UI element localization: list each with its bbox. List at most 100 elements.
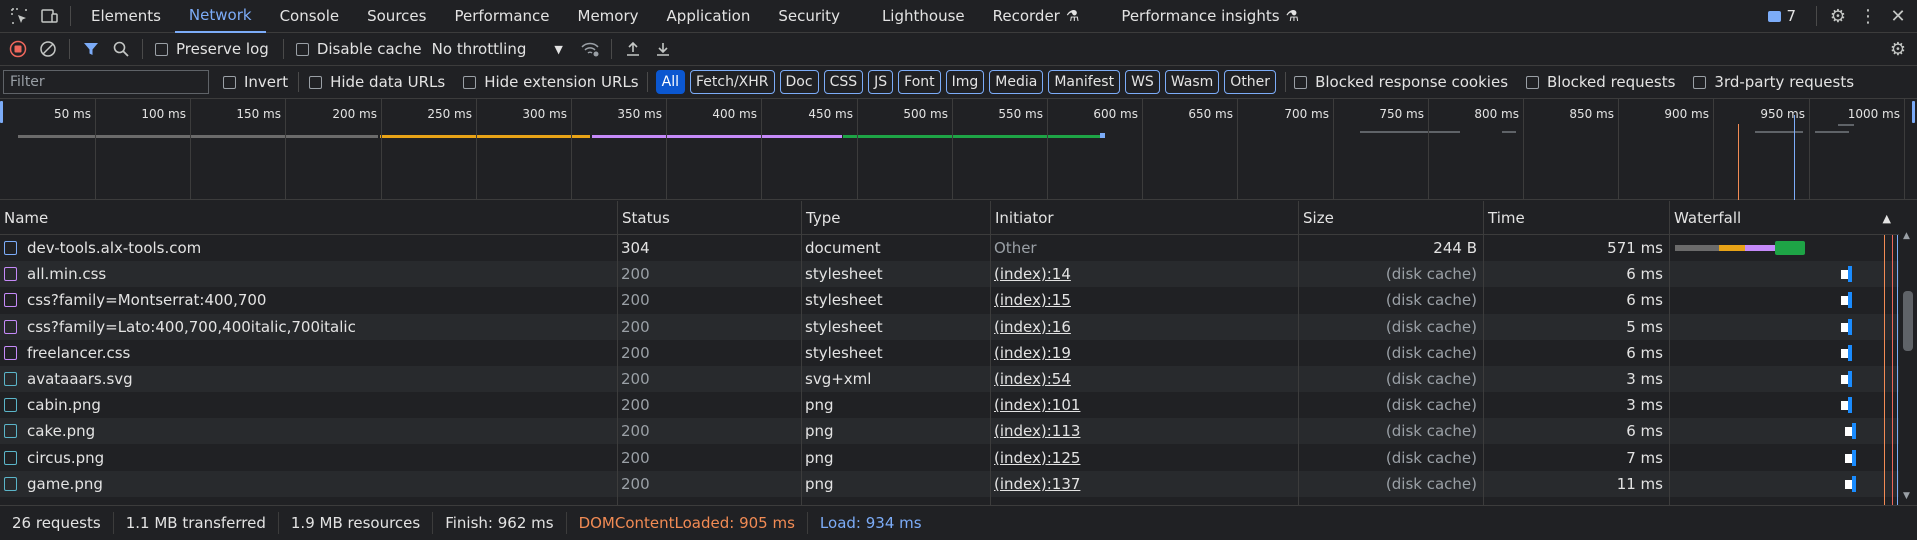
blocked-response-cookies-checkbox[interactable]: Blocked response cookies: [1294, 73, 1508, 91]
cell-name[interactable]: dev-tools.alx-tools.com: [0, 235, 617, 261]
table-row[interactable]: circus.png 200 png (index):125 (disk cache) 7…: [0, 445, 1899, 471]
more-options-icon[interactable]: ⋮: [1853, 1, 1883, 31]
cell-name[interactable]: cabin.png: [0, 392, 617, 418]
cell-initiator[interactable]: (index):101: [990, 392, 1298, 418]
initiator-link[interactable]: (index):113: [994, 422, 1080, 440]
initiator-link[interactable]: (index):16: [994, 318, 1071, 336]
tab-application[interactable]: Application: [653, 0, 765, 33]
type-filter-img[interactable]: Img: [945, 70, 985, 94]
table-row[interactable]: css?family=Montserrat:400,700 200 styleshe…: [0, 287, 1899, 313]
timeline-right-handle[interactable]: [1912, 101, 1915, 123]
tab-sources[interactable]: Sources: [353, 0, 440, 33]
tab-lighthouse[interactable]: Lighthouse: [868, 0, 979, 33]
tab-memory[interactable]: Memory: [564, 0, 653, 33]
settings-gear-icon[interactable]: ⚙: [1823, 1, 1853, 31]
cell-initiator[interactable]: (index):19: [990, 340, 1298, 366]
tab-console[interactable]: Console: [266, 0, 354, 33]
table-row[interactable]: freelancer.css 200 stylesheet (index):19 (di…: [0, 340, 1899, 366]
cell-name[interactable]: css?family=Lato:400,700,400italic,700ita…: [0, 314, 617, 340]
type-filter-manifest[interactable]: Manifest: [1048, 70, 1121, 94]
column-size-header[interactable]: Size: [1298, 201, 1483, 235]
tab-performance-insights[interactable]: Performance insights ⚗: [1107, 0, 1313, 33]
type-filter-css[interactable]: CSS: [823, 70, 864, 94]
hide-data-urls-checkbox[interactable]: Hide data URLs: [309, 73, 445, 91]
table-row[interactable]: cabin.png 200 png (index):101 (disk cache) 3 …: [0, 392, 1899, 418]
tab-elements[interactable]: Elements: [77, 0, 175, 33]
issues-badge[interactable]: 7: [1768, 7, 1796, 25]
tab-label: Application: [666, 7, 751, 25]
filter-funnel-icon[interactable]: [76, 34, 106, 64]
cell-name[interactable]: css?family=Montserrat:400,700: [0, 287, 617, 313]
cell-name[interactable]: cake.png: [0, 418, 617, 444]
initiator-link[interactable]: (index):137: [994, 475, 1080, 493]
cell-initiator[interactable]: (index):16: [990, 314, 1298, 340]
type-filter-all[interactable]: All: [655, 70, 685, 94]
record-stop-icon[interactable]: [3, 34, 33, 64]
initiator-link[interactable]: (index):125: [994, 449, 1080, 467]
column-waterfall-header[interactable]: Waterfall ▲: [1669, 201, 1899, 235]
cell-initiator[interactable]: (index):113: [990, 418, 1298, 444]
cell-initiator[interactable]: (index):137: [990, 471, 1298, 497]
tab-performance[interactable]: Performance: [440, 0, 563, 33]
type-filter-font[interactable]: Font: [898, 70, 941, 94]
disable-cache-checkbox[interactable]: Disable cache: [295, 40, 422, 58]
initiator-link[interactable]: (index):15: [994, 291, 1071, 309]
type-filter-other[interactable]: Other: [1224, 70, 1277, 94]
cell-initiator[interactable]: (index):15: [990, 287, 1298, 313]
filter-input[interactable]: [3, 70, 209, 94]
table-row[interactable]: css?family=Lato:400,700,400italic,700ita…: [0, 313, 1899, 340]
type-filter-ws[interactable]: WS: [1125, 70, 1160, 94]
column-initiator-header[interactable]: Initiator: [990, 201, 1298, 235]
search-icon[interactable]: [106, 34, 136, 64]
table-row[interactable]: dev-tools.alx-tools.com 304 document Other 2…: [0, 235, 1899, 261]
column-type-header[interactable]: Type: [801, 201, 990, 235]
scroll-down-icon[interactable]: ▼: [1903, 491, 1910, 501]
cell-name[interactable]: circus.png: [0, 445, 617, 471]
cell-initiator[interactable]: (index):125: [990, 445, 1298, 471]
timeline-overview[interactable]: 50 ms 100 ms 150 ms 200 ms 250 ms 300 ms 350 m…: [0, 99, 1917, 200]
tab-security[interactable]: Security: [764, 0, 854, 33]
clear-icon[interactable]: [33, 34, 63, 64]
column-status-header[interactable]: Status: [617, 201, 801, 235]
type-filter-wasm[interactable]: Wasm: [1164, 70, 1220, 94]
network-conditions-icon[interactable]: [575, 34, 605, 64]
table-row[interactable]: avataaars.svg 200 svg+xml (index):54 (disk c…: [0, 366, 1899, 392]
initiator-link[interactable]: (index):14: [994, 265, 1071, 283]
table-scrollbar[interactable]: ▲ ▼: [1899, 201, 1917, 505]
blocked-requests-checkbox[interactable]: Blocked requests: [1526, 73, 1675, 91]
export-har-icon[interactable]: [648, 34, 678, 64]
tab-recorder[interactable]: Recorder ⚗: [979, 0, 1094, 33]
table-row[interactable]: cake.png 200 png (index):113 (disk cache) 6 m…: [0, 418, 1899, 445]
scrollbar-thumb[interactable]: [1903, 291, 1913, 351]
inspect-element-icon[interactable]: [4, 1, 34, 31]
table-row[interactable]: game.png 200 png (index):137 (disk cache) 11 …: [0, 470, 1899, 497]
cell-name[interactable]: freelancer.css: [0, 340, 617, 366]
cell-initiator[interactable]: (index):14: [990, 261, 1298, 287]
hide-extension-urls-checkbox[interactable]: Hide extension URLs: [463, 73, 639, 91]
tab-network[interactable]: Network: [174, 0, 266, 33]
type-filter-doc[interactable]: Doc: [779, 70, 819, 94]
type-filter-fetch-xhr[interactable]: Fetch/XHR: [689, 70, 775, 94]
initiator-link[interactable]: (index):19: [994, 344, 1071, 362]
cell-name[interactable]: game.png: [0, 471, 617, 497]
type-filter-js[interactable]: JS: [868, 70, 894, 94]
scroll-up-icon[interactable]: ▲: [1903, 231, 1910, 241]
initiator-link[interactable]: (index):101: [994, 396, 1080, 414]
network-settings-gear-icon[interactable]: ⚙: [1883, 34, 1913, 64]
cell-name[interactable]: avataaars.svg: [0, 366, 617, 392]
invert-checkbox[interactable]: Invert: [223, 73, 288, 91]
import-har-icon[interactable]: [618, 34, 648, 64]
table-row[interactable]: all.min.css 200 stylesheet (index):14 (disk …: [0, 261, 1899, 288]
type-filter-media[interactable]: Media: [989, 70, 1044, 94]
column-time-header[interactable]: Time: [1483, 201, 1669, 235]
column-name-header[interactable]: Name: [0, 201, 617, 235]
initiator-link[interactable]: (index):54: [994, 370, 1071, 388]
timeline-left-handle[interactable]: [0, 101, 3, 123]
cell-name[interactable]: all.min.css: [0, 261, 617, 287]
throttling-select[interactable]: No throttling ▼: [432, 40, 563, 58]
cell-initiator[interactable]: (index):54: [990, 366, 1298, 392]
preserve-log-checkbox[interactable]: Preserve log: [155, 40, 269, 58]
third-party-requests-checkbox[interactable]: 3rd-party requests: [1693, 73, 1854, 91]
device-toolbar-icon[interactable]: [34, 1, 64, 31]
close-icon[interactable]: ✕: [1883, 1, 1913, 31]
